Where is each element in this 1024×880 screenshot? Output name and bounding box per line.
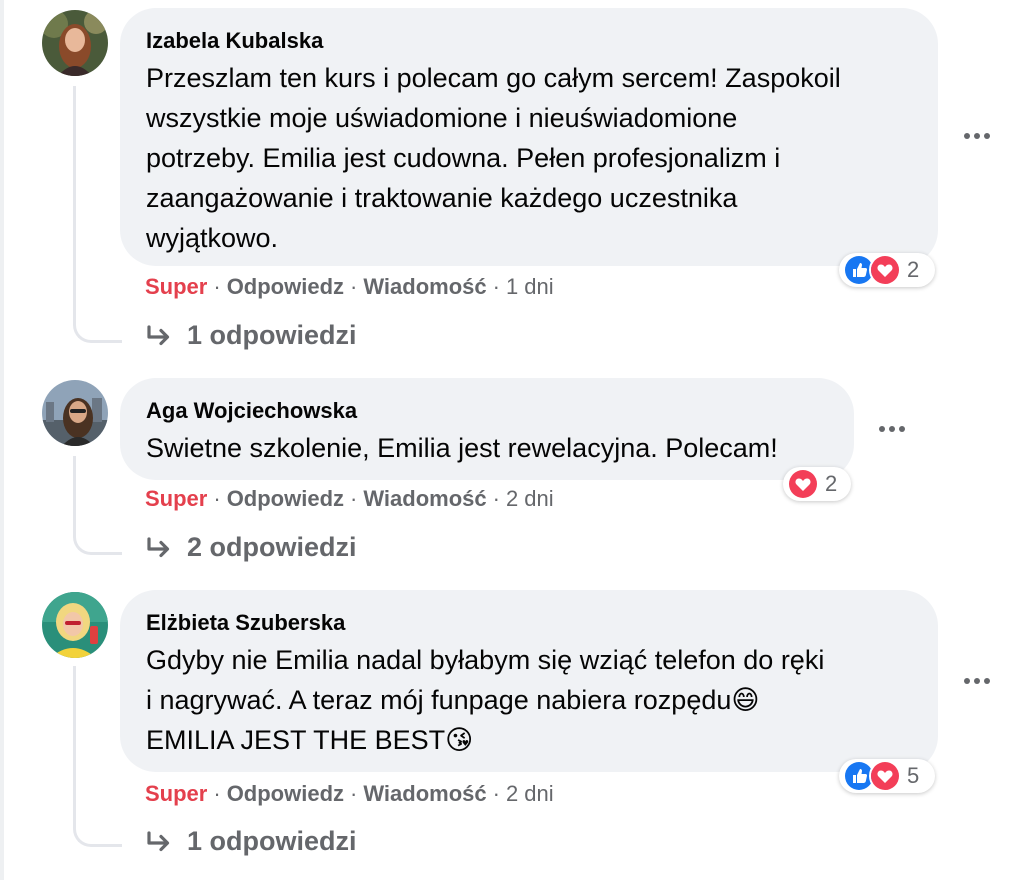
comment-text-line: zaangażowanie i traktowanie każdego ucze…	[146, 183, 738, 213]
more-options-button[interactable]	[957, 661, 997, 701]
reaction-summary[interactable]: 2	[839, 253, 935, 287]
more-options-button[interactable]	[872, 409, 912, 449]
reaction-summary[interactable]: 2	[783, 467, 851, 501]
view-replies-button[interactable]: 2 odpowiedzi	[145, 532, 357, 563]
more-dot-icon	[964, 133, 970, 139]
comment-bubble: Elżbieta Szuberska Gdyby nie Emilia nada…	[120, 590, 938, 772]
comment-timestamp[interactable]: 2 dni	[506, 781, 554, 806]
reply-arrow-icon	[147, 536, 170, 557]
comment-actions: Super · Odpowiedz · Wiadomość · 2 dni	[145, 486, 554, 512]
more-dot-icon	[984, 678, 990, 684]
comment-author[interactable]: Aga Wojciechowska	[146, 398, 357, 424]
reply-link[interactable]: Odpowiedz	[227, 274, 344, 299]
comment-text-line: i nagrywać. A teraz mój funpage nabiera …	[146, 685, 760, 715]
love-reaction-icon	[787, 468, 819, 500]
more-options-button[interactable]	[957, 116, 997, 156]
separator: ·	[492, 274, 500, 299]
reply-arrow-icon	[147, 830, 170, 851]
super-reaction-link[interactable]: Super	[145, 274, 207, 299]
reaction-count: 2	[825, 471, 838, 496]
comment-actions: Super · Odpowiedz · Wiadomość · 1 dni	[145, 274, 554, 300]
reply-link[interactable]: Odpowiedz	[227, 486, 344, 511]
separator: ·	[213, 781, 221, 806]
reaction-count: 2	[907, 257, 920, 282]
comment-timestamp[interactable]: 1 dni	[506, 274, 554, 299]
comment-text-line: potrzeby. Emilia jest cudowna. Pełen pro…	[146, 143, 781, 173]
separator: ·	[492, 486, 500, 511]
more-dot-icon	[879, 426, 885, 432]
separator: ·	[492, 781, 500, 806]
more-dot-icon	[889, 426, 895, 432]
comment-text: Swietne szkolenie, Emilia jest rewelacyj…	[146, 428, 778, 468]
comment-text-line: Swietne szkolenie, Emilia jest rewelacyj…	[146, 433, 778, 463]
message-link[interactable]: Wiadomość	[363, 486, 486, 511]
separator: ·	[350, 781, 358, 806]
comment-text: Przeszlam ten kurs i polecam go całym se…	[146, 58, 841, 258]
message-link[interactable]: Wiadomość	[363, 274, 486, 299]
message-link[interactable]: Wiadomość	[363, 781, 486, 806]
comment-author[interactable]: Elżbieta Szuberska	[146, 610, 345, 636]
super-reaction-link[interactable]: Super	[145, 486, 207, 511]
comment-actions: Super · Odpowiedz · Wiadomość · 2 dni	[145, 781, 554, 807]
thread-connector	[73, 666, 122, 847]
more-dot-icon	[974, 133, 980, 139]
view-replies-button[interactable]: 1 odpowiedzi	[145, 320, 357, 351]
super-reaction-link[interactable]: Super	[145, 781, 207, 806]
reply-arrow-icon	[147, 324, 170, 345]
love-reaction-icon	[869, 254, 901, 286]
replies-count-label: 2 odpowiedzi	[187, 532, 357, 562]
separator: ·	[213, 274, 221, 299]
more-dot-icon	[974, 678, 980, 684]
view-replies-button[interactable]: 1 odpowiedzi	[145, 826, 357, 857]
comment-text-line: wszystkie moje uświadomione i nieuświado…	[146, 103, 738, 133]
comment-text-line: Przeszlam ten kurs i polecam go całym se…	[146, 63, 841, 93]
comment-bubble: Aga Wojciechowska Swietne szkolenie, Emi…	[120, 378, 854, 480]
more-dot-icon	[899, 426, 905, 432]
separator: ·	[213, 486, 221, 511]
avatar[interactable]	[42, 380, 108, 446]
comment-timestamp[interactable]: 2 dni	[506, 486, 554, 511]
comment-text-line: wyjątkowo.	[146, 223, 279, 253]
thread-connector	[73, 456, 122, 555]
comment-text-line: Gdyby nie Emilia nadal byłabym się wziąć…	[146, 645, 825, 675]
comment-bubble: Izabela Kubalska Przeszlam ten kurs i po…	[120, 8, 938, 266]
separator: ·	[350, 486, 358, 511]
more-dot-icon	[984, 133, 990, 139]
separator: ·	[350, 274, 358, 299]
love-reaction-icon	[869, 760, 901, 792]
comment-text: Gdyby nie Emilia nadal byłabym się wziąć…	[146, 640, 824, 760]
more-dot-icon	[964, 678, 970, 684]
reaction-summary[interactable]: 5	[839, 759, 935, 793]
avatar[interactable]	[42, 10, 108, 76]
reply-link[interactable]: Odpowiedz	[227, 781, 344, 806]
comment-author[interactable]: Izabela Kubalska	[146, 28, 323, 54]
page-left-border	[0, 0, 4, 880]
avatar[interactable]	[42, 592, 108, 658]
replies-count-label: 1 odpowiedzi	[187, 320, 357, 350]
reaction-count: 5	[907, 763, 920, 788]
thread-connector	[73, 86, 122, 343]
comment-text-line: EMILIA JEST THE BEST😘	[146, 725, 474, 755]
replies-count-label: 1 odpowiedzi	[187, 826, 357, 856]
